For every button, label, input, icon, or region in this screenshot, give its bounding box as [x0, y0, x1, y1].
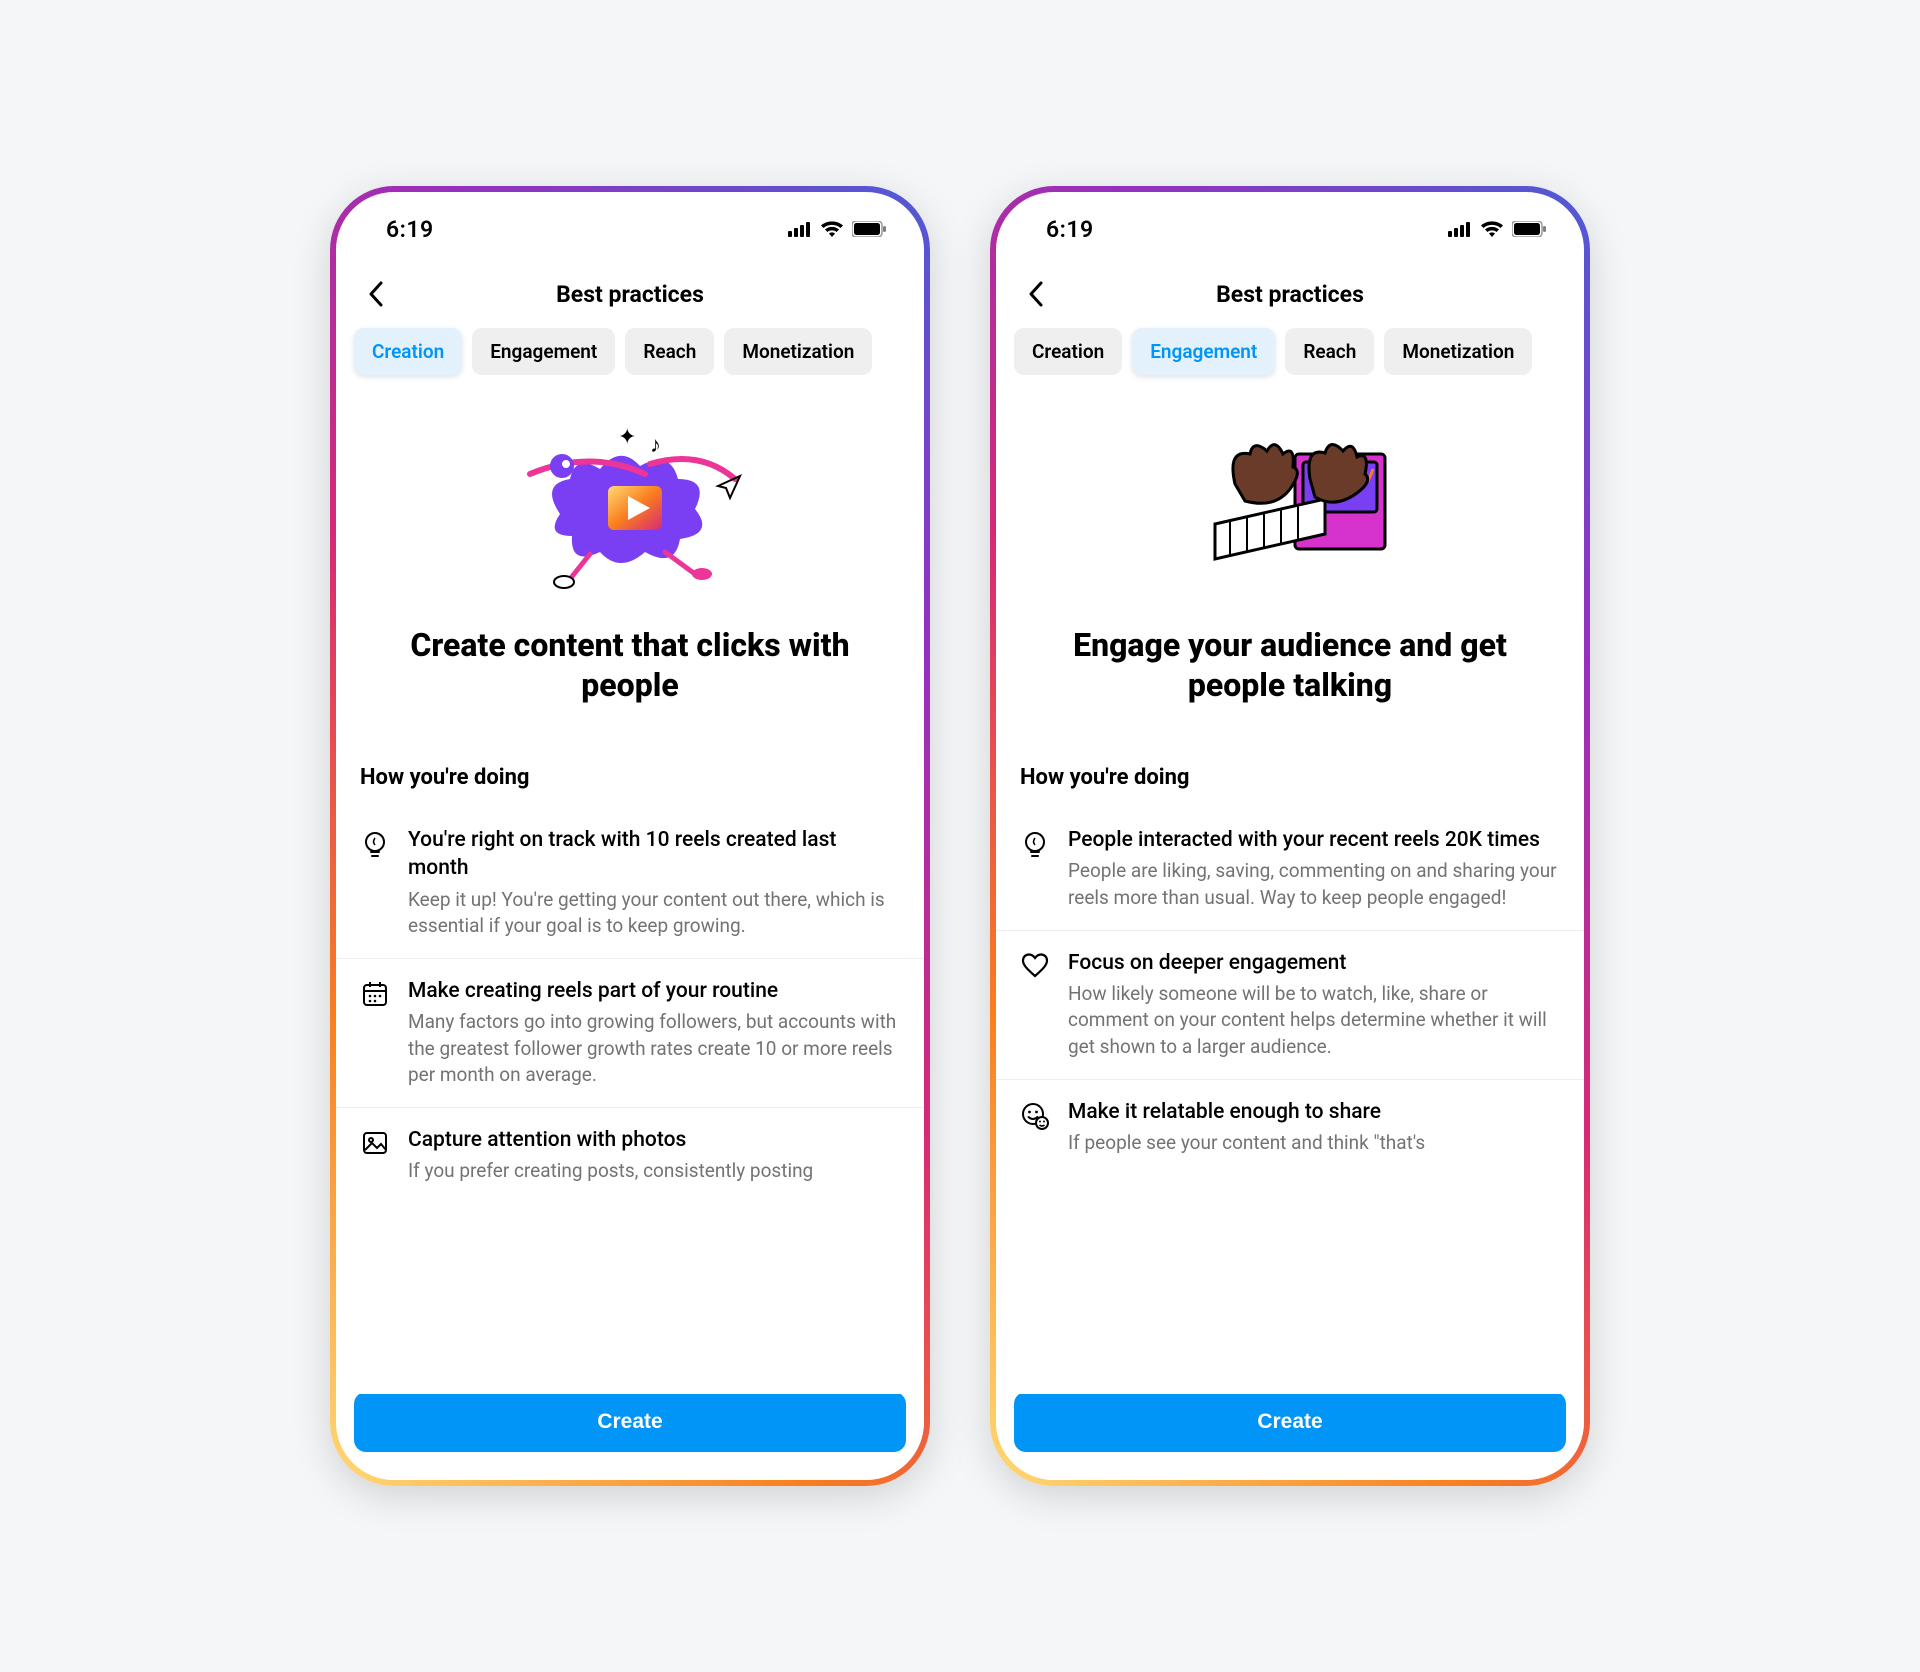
page-title: Best practices [996, 281, 1584, 308]
tab-creation[interactable]: Creation [354, 328, 462, 375]
status-icons [788, 220, 886, 238]
page-title: Best practices [336, 281, 924, 308]
chevron-left-icon [1028, 281, 1044, 307]
tab-engagement[interactable]: Engagement [472, 328, 615, 375]
heart-icon [1020, 949, 1050, 1061]
tabs-row: Creation Engagement Reach Monetization [336, 328, 924, 389]
hero-section: ♪ ✦ Create content that clicks with peop… [336, 389, 924, 735]
cta-area: Create [996, 1378, 1584, 1480]
tip-list: You're right on track with 10 reels crea… [336, 808, 924, 1378]
cta-area: Create [336, 1378, 924, 1480]
tip-body: People interacted with your recent reels… [1068, 826, 1560, 912]
cellular-icon [1448, 221, 1472, 237]
battery-icon [1512, 221, 1546, 237]
tip-item: Make creating reels part of your routine… [336, 958, 924, 1107]
status-bar: 6:19 [996, 192, 1584, 256]
tabs-row: Creation Engagement Reach Monetization [996, 328, 1584, 389]
calendar-icon [360, 977, 390, 1089]
tip-body: Make it relatable enough to share If peo… [1068, 1098, 1560, 1157]
tip-item: People interacted with your recent reels… [996, 808, 1584, 930]
hero-illustration-creation: ♪ ✦ [364, 419, 896, 599]
tip-title: Make it relatable enough to share [1068, 1098, 1560, 1126]
tip-title: People interacted with your recent reels… [1068, 826, 1560, 854]
nav-header: Best practices [336, 256, 924, 328]
tab-reach[interactable]: Reach [625, 328, 714, 375]
hero-illustration-engagement [1024, 419, 1556, 599]
tip-item: Focus on deeper engagement How likely so… [996, 930, 1584, 1079]
tip-desc: How likely someone will be to watch, lik… [1068, 981, 1560, 1061]
lightbulb-icon [360, 826, 390, 940]
phone-frame-engagement: 6:19 Best practices Creation Engagement … [990, 186, 1590, 1486]
hero-title: Create content that clicks with people [364, 625, 896, 705]
svg-text:♪: ♪ [650, 433, 661, 458]
phone-frame-creation: 6:19 Best practices Creation Enga [330, 186, 930, 1486]
tip-title: Make creating reels part of your routine [408, 977, 900, 1005]
phone-screen-engagement: 6:19 Best practices Creation Engagement … [996, 192, 1584, 1480]
tip-body: Focus on deeper engagement How likely so… [1068, 949, 1560, 1061]
wifi-icon [820, 220, 844, 238]
svg-text:✦: ✦ [618, 425, 636, 450]
hero-title: Engage your audience and get people talk… [1024, 625, 1556, 705]
tip-title: You're right on track with 10 reels crea… [408, 826, 900, 883]
tab-creation[interactable]: Creation [1014, 328, 1122, 375]
status-bar: 6:19 [336, 192, 924, 256]
status-time: 6:19 [1046, 216, 1094, 243]
tip-list: People interacted with your recent reels… [996, 808, 1584, 1378]
create-button[interactable]: Create [354, 1392, 906, 1452]
tip-body: You're right on track with 10 reels crea… [408, 826, 900, 940]
tip-desc: Keep it up! You're getting your content … [408, 887, 900, 940]
battery-icon [852, 221, 886, 237]
nav-header: Best practices [996, 256, 1584, 328]
tip-item: Capture attention with photos If you pre… [336, 1107, 924, 1203]
tip-desc: If people see your content and think "th… [1068, 1130, 1560, 1157]
screenshot-pair: 6:19 Best practices Creation Enga [330, 186, 1590, 1486]
section-label: How you're doing [336, 735, 924, 808]
tip-item: You're right on track with 10 reels crea… [336, 808, 924, 958]
tab-monetization[interactable]: Monetization [1384, 328, 1532, 375]
status-icons [1448, 220, 1546, 238]
tab-monetization[interactable]: Monetization [724, 328, 872, 375]
phone-screen-creation: 6:19 Best practices Creation Enga [336, 192, 924, 1480]
status-time: 6:19 [386, 216, 434, 243]
tip-body: Make creating reels part of your routine… [408, 977, 900, 1089]
create-button[interactable]: Create [1014, 1392, 1566, 1452]
tab-engagement[interactable]: Engagement [1132, 328, 1275, 375]
wifi-icon [1480, 220, 1504, 238]
back-button[interactable] [360, 278, 392, 310]
tip-desc: If you prefer creating posts, consistent… [408, 1158, 900, 1185]
lightbulb-icon [1020, 826, 1050, 912]
tip-desc: People are liking, saving, commenting on… [1068, 858, 1560, 911]
tip-item: Make it relatable enough to share If peo… [996, 1079, 1584, 1175]
smile-icon [1020, 1098, 1050, 1157]
tip-title: Focus on deeper engagement [1068, 949, 1560, 977]
back-button[interactable] [1020, 278, 1052, 310]
tab-reach[interactable]: Reach [1285, 328, 1374, 375]
chevron-left-icon [368, 281, 384, 307]
tip-title: Capture attention with photos [408, 1126, 900, 1154]
cellular-icon [788, 221, 812, 237]
tip-body: Capture attention with photos If you pre… [408, 1126, 900, 1185]
image-icon [360, 1126, 390, 1185]
hero-section: Engage your audience and get people talk… [996, 389, 1584, 735]
tip-desc: Many factors go into growing followers, … [408, 1009, 900, 1089]
section-label: How you're doing [996, 735, 1584, 808]
